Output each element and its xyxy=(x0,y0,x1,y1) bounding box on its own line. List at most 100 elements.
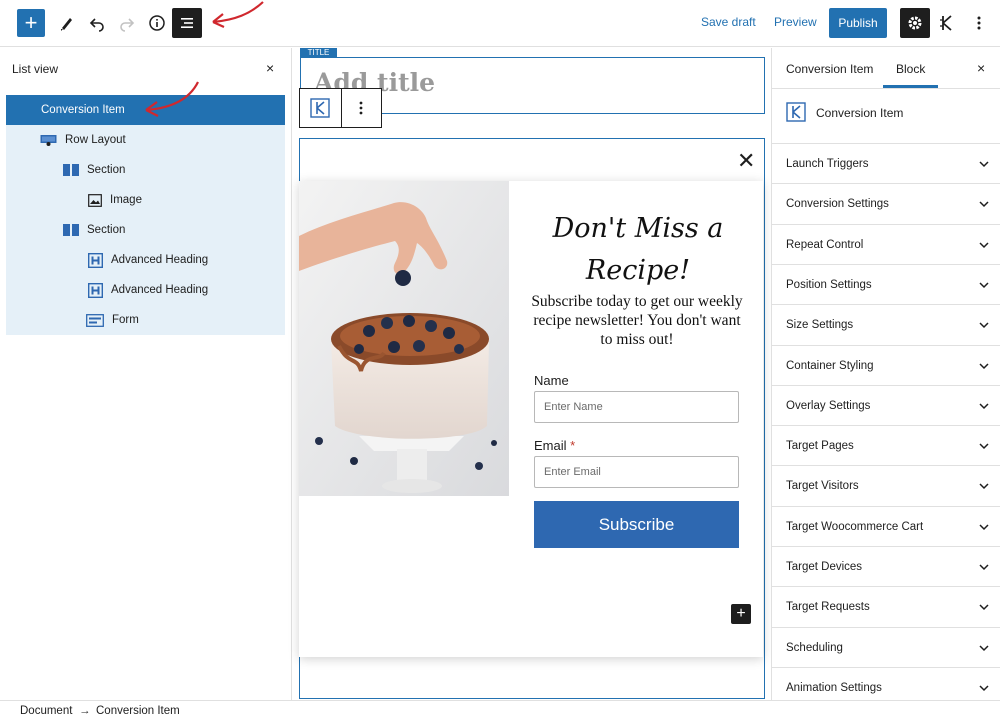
list-item-label: Advanced Heading xyxy=(111,284,209,296)
close-icon[interactable]: × xyxy=(266,60,274,76)
list-item-label: Form xyxy=(112,314,139,326)
chevron-down-icon xyxy=(979,604,989,611)
cake-image xyxy=(299,181,509,496)
list-item-label: Conversion Item xyxy=(41,104,125,116)
chevron-down-icon xyxy=(979,564,989,571)
chevron-down-icon xyxy=(979,201,989,208)
chevron-down-icon xyxy=(979,322,989,329)
conversion-item-icon xyxy=(786,102,806,122)
panel-section-target-woocommerce-cart[interactable]: Target Woocommerce Cart xyxy=(771,505,1000,546)
block-type-button[interactable] xyxy=(300,89,341,127)
panel-section-scheduling[interactable]: Scheduling xyxy=(771,626,1000,667)
panel-section-conversion-settings[interactable]: Conversion Settings xyxy=(771,183,1000,223)
list-item-row-layout[interactable]: Row Layout xyxy=(6,125,285,155)
kadence-plugin-icon[interactable] xyxy=(932,8,962,38)
list-item-advanced-heading[interactable]: Advanced Heading xyxy=(6,275,285,305)
panel-section-label: Target Pages xyxy=(786,440,854,453)
email-label-text: Email xyxy=(534,438,567,453)
list-item-advanced-heading[interactable]: Advanced Heading xyxy=(6,245,285,275)
block-tree: Conversion Item Row Layout Section Image… xyxy=(6,95,285,335)
block-options-button[interactable] xyxy=(340,89,382,127)
panel-section-container-styling[interactable]: Container Styling xyxy=(771,344,1000,385)
panel-section-label: Target Requests xyxy=(786,601,870,614)
panel-section-target-requests[interactable]: Target Requests xyxy=(771,586,1000,626)
panel-section-label: Repeat Control xyxy=(786,238,864,251)
panel-section-label: Target Devices xyxy=(786,561,863,573)
panel-section-position-settings[interactable]: Position Settings xyxy=(771,263,1000,304)
popup-heading: Don't Miss a Recipe! xyxy=(535,208,741,292)
popup-close-icon[interactable]: ✕ xyxy=(737,148,755,174)
panel-section-size-settings[interactable]: Size Settings xyxy=(771,304,1000,344)
list-view-button[interactable] xyxy=(172,8,202,38)
panel-section-label: Target Woocommerce Cart xyxy=(786,520,924,533)
tools-pen-icon[interactable] xyxy=(52,8,82,38)
list-item-label: Row Layout xyxy=(65,134,126,146)
panel-section-target-devices[interactable]: Target Devices xyxy=(771,546,1000,586)
subscribe-button[interactable]: Subscribe xyxy=(534,501,739,548)
save-draft-button[interactable]: Save draft xyxy=(701,15,756,29)
chevron-down-icon xyxy=(979,282,989,288)
settings-button[interactable] xyxy=(900,8,930,38)
list-view-icon xyxy=(181,18,193,28)
panel-section-repeat-control[interactable]: Repeat Control xyxy=(771,223,1000,264)
name-label: Name xyxy=(534,373,569,388)
panel-section-target-visitors[interactable]: Target Visitors xyxy=(771,465,1000,505)
chevron-down-icon xyxy=(979,685,989,691)
close-icon[interactable]: × xyxy=(977,60,985,76)
popup-heading-line: Recipe! xyxy=(585,255,691,286)
list-item-section[interactable]: Section xyxy=(6,155,285,185)
more-options-icon[interactable] xyxy=(964,8,994,38)
list-item-label: Section xyxy=(87,164,126,176)
section-icon xyxy=(63,224,79,236)
list-item-section[interactable]: Section xyxy=(6,215,285,245)
chevron-down-icon xyxy=(979,403,989,409)
undo-icon[interactable] xyxy=(82,8,112,38)
preview-button[interactable]: Preview xyxy=(774,15,817,29)
list-item-form[interactable]: Form xyxy=(6,305,285,335)
chevron-down-icon xyxy=(979,443,989,450)
popup-subtext: Subscribe today to get our weekly recipe… xyxy=(531,293,743,348)
info-icon[interactable] xyxy=(142,8,172,38)
chevron-down-icon xyxy=(979,524,989,530)
tab-block[interactable]: Block xyxy=(896,62,925,76)
panel-section-label: Conversion Settings xyxy=(786,198,889,211)
panel-section-label: Launch Triggers xyxy=(786,158,869,170)
chevron-down-icon xyxy=(979,161,989,168)
row-layout-icon xyxy=(40,135,57,146)
block-card-title: Conversion Item xyxy=(816,106,904,120)
annotation-arrow-icon xyxy=(212,1,264,29)
breadcrumb: Document → Conversion Item xyxy=(0,700,1000,720)
add-block-button[interactable]: + xyxy=(17,9,45,37)
list-item-image[interactable]: Image xyxy=(6,185,285,215)
list-view-title: List view xyxy=(12,62,59,76)
name-field[interactable]: Enter Name xyxy=(534,391,739,423)
tab-conversion-item[interactable]: Conversion Item xyxy=(786,62,873,76)
panel-section-overlay-settings[interactable]: Overlay Settings xyxy=(771,384,1000,425)
panel-section-label: Target Visitors xyxy=(786,480,859,493)
list-item-label: Section xyxy=(87,224,126,236)
heading-icon xyxy=(88,252,103,268)
panel-section-label: Scheduling xyxy=(786,641,843,654)
add-block-icon[interactable]: + xyxy=(731,604,751,624)
heading-icon xyxy=(88,282,103,298)
gear-icon xyxy=(908,16,922,30)
list-item-label: Image xyxy=(110,194,142,206)
panel-section-target-pages[interactable]: Target Pages xyxy=(771,425,1000,465)
email-field[interactable]: Enter Email xyxy=(534,456,739,488)
publish-button[interactable]: Publish xyxy=(829,8,887,38)
title-tag: TITLE xyxy=(300,48,337,57)
more-options-icon xyxy=(359,101,363,115)
redo-icon[interactable] xyxy=(112,8,142,38)
breadcrumb-separator: → xyxy=(79,705,91,717)
email-label: Email * xyxy=(534,438,575,453)
panel-section-label: Container Styling xyxy=(786,359,874,372)
conversion-item-icon xyxy=(310,98,330,118)
panel-section-label: Animation Settings xyxy=(786,681,882,694)
block-toolbar xyxy=(299,88,382,128)
panel-section-launch-triggers[interactable]: Launch Triggers xyxy=(771,143,1000,183)
breadcrumb-document[interactable]: Document xyxy=(20,705,72,717)
popup-heading-line: Don't Miss a xyxy=(552,213,724,244)
chevron-down-icon xyxy=(979,242,989,248)
panel-section-label: Position Settings xyxy=(786,278,872,291)
breadcrumb-current[interactable]: Conversion Item xyxy=(96,705,180,717)
